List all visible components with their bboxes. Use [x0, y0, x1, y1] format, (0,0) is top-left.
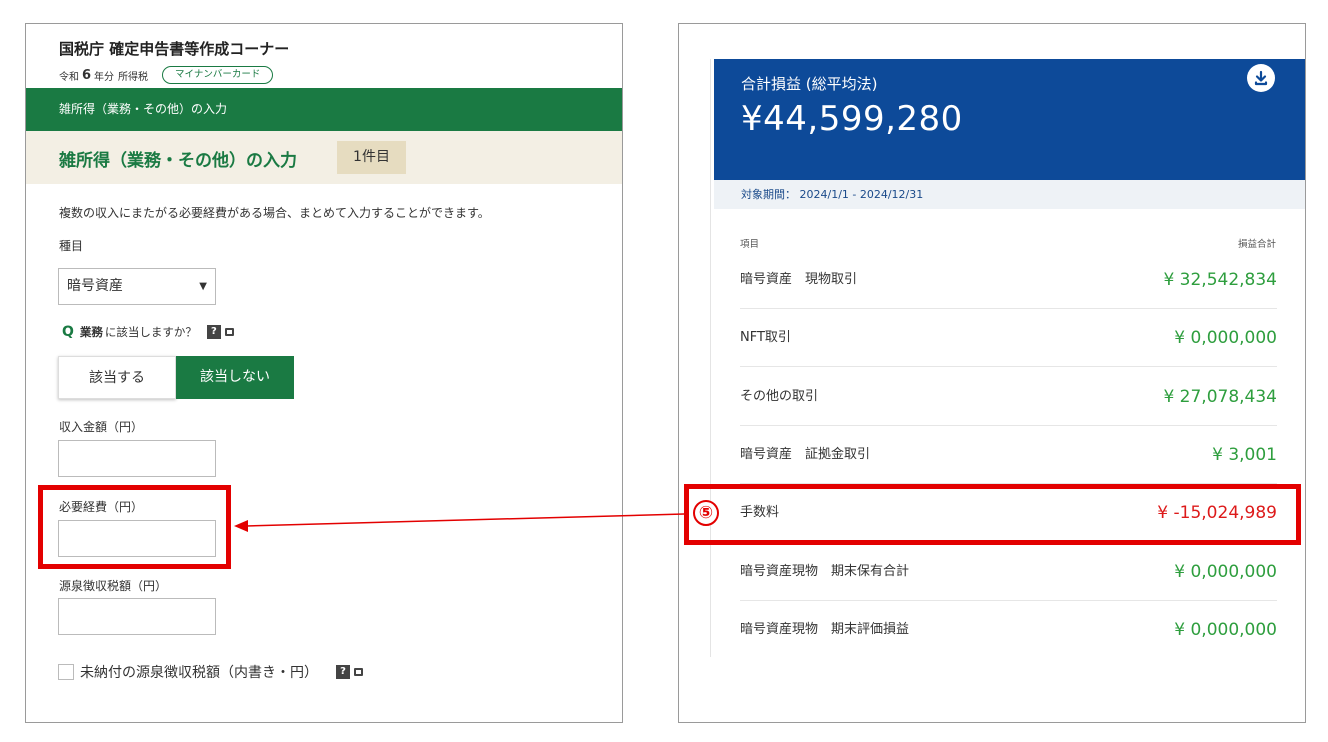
annotation-arrow [234, 513, 685, 532]
step-number-marker: ⑤ [693, 500, 719, 526]
